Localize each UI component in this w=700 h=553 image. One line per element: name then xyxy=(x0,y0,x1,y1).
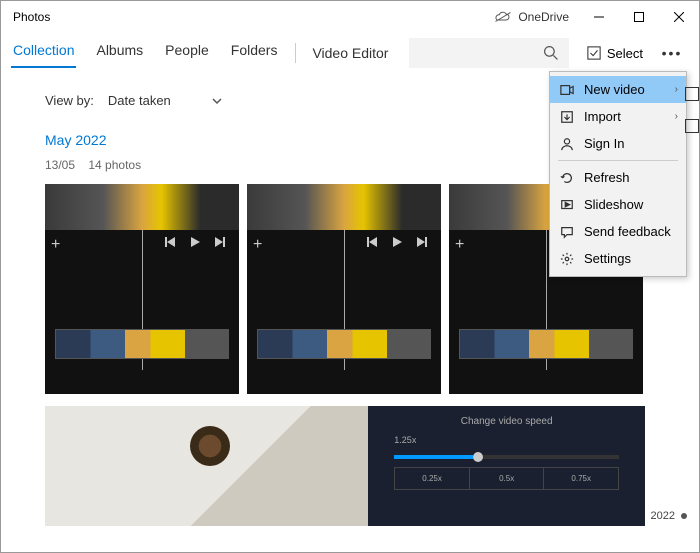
timeline-year-marker[interactable]: 2022 xyxy=(651,510,687,522)
context-menu: New video › Import › Sign In Refresh Sli… xyxy=(549,71,687,277)
skip-back-icon xyxy=(367,236,379,248)
select-icon xyxy=(587,46,601,60)
menu-new-video[interactable]: New video › xyxy=(550,76,686,103)
more-options-button[interactable]: ••• xyxy=(655,38,689,68)
tab-people[interactable]: People xyxy=(163,38,211,68)
gear-icon xyxy=(560,252,574,266)
select-button[interactable]: Select xyxy=(579,42,651,65)
skip-back-icon xyxy=(165,236,177,248)
title-bar: Photos OneDrive xyxy=(1,1,699,33)
close-button[interactable] xyxy=(659,1,699,33)
skip-fwd-icon xyxy=(213,236,225,248)
play-icon xyxy=(391,236,403,248)
slideshow-icon xyxy=(560,198,574,212)
onedrive-status[interactable]: OneDrive xyxy=(494,10,569,24)
thumb-controls xyxy=(367,236,427,248)
tab-folders[interactable]: Folders xyxy=(229,38,280,68)
tab-video-editor[interactable]: Video Editor xyxy=(312,45,388,61)
import-icon xyxy=(560,110,574,124)
view-by-dropdown[interactable]: Date taken xyxy=(108,93,223,108)
tab-collection[interactable]: Collection xyxy=(11,38,76,68)
menu-settings[interactable]: Settings xyxy=(550,245,686,272)
toolbar: Collection Albums People Folders Video E… xyxy=(1,33,699,73)
cloud-off-icon xyxy=(494,11,512,23)
window-controls xyxy=(579,1,699,33)
menu-slideshow[interactable]: Slideshow xyxy=(550,191,686,218)
add-icon: + xyxy=(253,236,262,254)
separator xyxy=(295,43,296,63)
feedback-icon xyxy=(560,225,574,239)
tab-albums[interactable]: Albums xyxy=(94,38,145,68)
speed-slider[interactable] xyxy=(394,455,619,459)
menu-refresh[interactable]: Refresh xyxy=(550,164,686,191)
video-icon xyxy=(560,83,574,97)
video-thumbnail[interactable]: + xyxy=(45,184,239,394)
edge-thumbs xyxy=(685,87,699,133)
dot-icon xyxy=(681,513,687,519)
person-icon xyxy=(560,137,574,151)
video-thumbnail[interactable]: + xyxy=(247,184,441,394)
edge-thumb-icon xyxy=(685,87,699,101)
nav-tabs: Collection Albums People Folders xyxy=(11,38,279,68)
skip-fwd-icon xyxy=(415,236,427,248)
search-input[interactable] xyxy=(409,38,569,68)
maximize-button[interactable] xyxy=(619,1,659,33)
refresh-icon xyxy=(560,171,574,185)
large-thumbnail[interactable]: Change video speed 1.25x 0.25x 0.5x 0.75… xyxy=(45,406,645,526)
chevron-right-icon: › xyxy=(675,111,678,122)
add-icon: + xyxy=(455,236,464,254)
edge-thumb-icon xyxy=(685,119,699,133)
thumb-controls xyxy=(165,236,225,248)
speed-panel: Change video speed 1.25x 0.25x 0.5x 0.75… xyxy=(368,406,645,526)
chevron-down-icon xyxy=(211,95,223,107)
chevron-right-icon: › xyxy=(675,84,678,95)
play-icon xyxy=(189,236,201,248)
menu-sign-in[interactable]: Sign In xyxy=(550,130,686,157)
app-title: Photos xyxy=(13,10,494,24)
menu-import[interactable]: Import › xyxy=(550,103,686,130)
add-icon: + xyxy=(51,236,60,254)
minimize-button[interactable] xyxy=(579,1,619,33)
search-icon xyxy=(543,45,559,61)
view-by-label: View by: xyxy=(45,93,94,108)
menu-send-feedback[interactable]: Send feedback xyxy=(550,218,686,245)
menu-separator xyxy=(558,160,678,161)
